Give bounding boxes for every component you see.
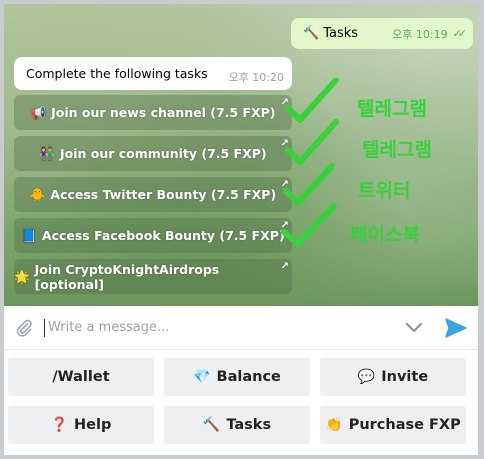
- annotation-telegram-1: 텔레그램: [357, 98, 427, 120]
- checkmark-1: [285, 78, 339, 123]
- keyboard-button-wallet[interactable]: /Wallet: [8, 358, 154, 396]
- inline-button-facebook-bounty[interactable]: 📘 Access Facebook Bounty (7.5 FXP) ↗: [14, 218, 292, 253]
- inline-button-cryptoknight-airdrops[interactable]: 🌟 Join CryptoKnightAirdrops [optional] ↗: [14, 259, 292, 294]
- incoming-message-time: 오후 10:20: [228, 70, 284, 84]
- inline-button-news-channel[interactable]: 📢 Join our news channel (7.5 FXP) ↗: [14, 95, 292, 130]
- inline-button-label: Access Twitter Bounty (7.5 FXP): [50, 187, 277, 202]
- keyboard-button-label: Invite: [381, 369, 429, 385]
- gem-icon: 💎: [193, 369, 211, 385]
- annotation-telegram-2: 텔레그램: [362, 139, 432, 161]
- checkmark-3: [283, 163, 335, 206]
- read-ticks-icon: ✓✓: [452, 27, 468, 40]
- speech-bubble-icon: 💬: [357, 369, 376, 385]
- inline-button-label: Join CryptoKnightAirdrops [optional]: [34, 261, 220, 292]
- keyboard-button-label: Help: [74, 417, 112, 433]
- hammer-icon: 🔨: [303, 26, 320, 41]
- keyboard-button-label: Tasks: [226, 417, 272, 433]
- keyboard-button-label: Purchase FXP: [348, 417, 461, 433]
- message-composer: [4, 306, 478, 350]
- message-input[interactable]: [48, 320, 394, 335]
- annotation-facebook: 페이스북: [350, 224, 420, 246]
- checkmark-4: [281, 203, 337, 247]
- chick-icon: 🐥: [29, 186, 46, 202]
- keyboard-button-label: Balance: [216, 369, 281, 385]
- blue-book-icon: 📘: [21, 227, 37, 243]
- keyboard-button-purchase-fxp[interactable]: 👏 Purchase FXP: [320, 406, 466, 444]
- outgoing-message-text: Tasks: [323, 26, 359, 41]
- send-icon[interactable]: [434, 317, 478, 339]
- hammer-icon: 🔨: [202, 417, 221, 433]
- outgoing-message-time: 오후 10:19: [392, 27, 448, 41]
- glowing-star-icon: 🌟: [14, 268, 30, 284]
- inline-button-label: Access Facebook Bounty (7.5 FXP): [41, 228, 285, 243]
- text-cursor: [44, 318, 45, 337]
- external-link-icon: ↗: [280, 261, 289, 272]
- keyboard-button-balance[interactable]: 💎 Balance: [164, 358, 310, 396]
- keyboard-button-tasks[interactable]: 🔨 Tasks: [164, 406, 310, 444]
- incoming-message-text: Complete the following tasks: [26, 66, 208, 81]
- clapping-hands-icon: 👏: [325, 417, 343, 433]
- chat-area: 🔨 Tasks 오후 10:19 ✓✓ Complete the followi…: [4, 4, 478, 306]
- keyboard-button-help[interactable]: ❓ Help: [8, 406, 154, 444]
- annotation-twitter: 트위터: [358, 180, 411, 202]
- green-checkmarks-overlay: [281, 78, 339, 247]
- incoming-message: Complete the following tasks 오후 10:20: [14, 57, 292, 90]
- megaphone-icon: 📢: [30, 104, 47, 120]
- inline-button-label: Join our community (7.5 FXP): [59, 146, 267, 161]
- couple-icon: 👫: [39, 145, 55, 161]
- bot-keyboard: /Wallet 💎 Balance 💬 Invite ❓ Help 🔨 Task…: [4, 350, 478, 455]
- inline-button-community[interactable]: 👫 Join our community (7.5 FXP) ↗: [14, 136, 292, 171]
- paperclip-icon[interactable]: [4, 318, 44, 338]
- chevron-down-icon[interactable]: [394, 321, 434, 335]
- outgoing-message: 🔨 Tasks 오후 10:19 ✓✓: [291, 18, 473, 49]
- inline-button-twitter-bounty[interactable]: 🐥 Access Twitter Bounty (7.5 FXP) ↗: [14, 177, 292, 212]
- question-mark-icon: ❓: [50, 417, 69, 433]
- checkmark-2: [285, 119, 339, 165]
- keyboard-button-invite[interactable]: 💬 Invite: [320, 358, 466, 396]
- inline-button-label: Join our news channel (7.5 FXP): [51, 105, 276, 120]
- keyboard-button-label: /Wallet: [52, 369, 110, 385]
